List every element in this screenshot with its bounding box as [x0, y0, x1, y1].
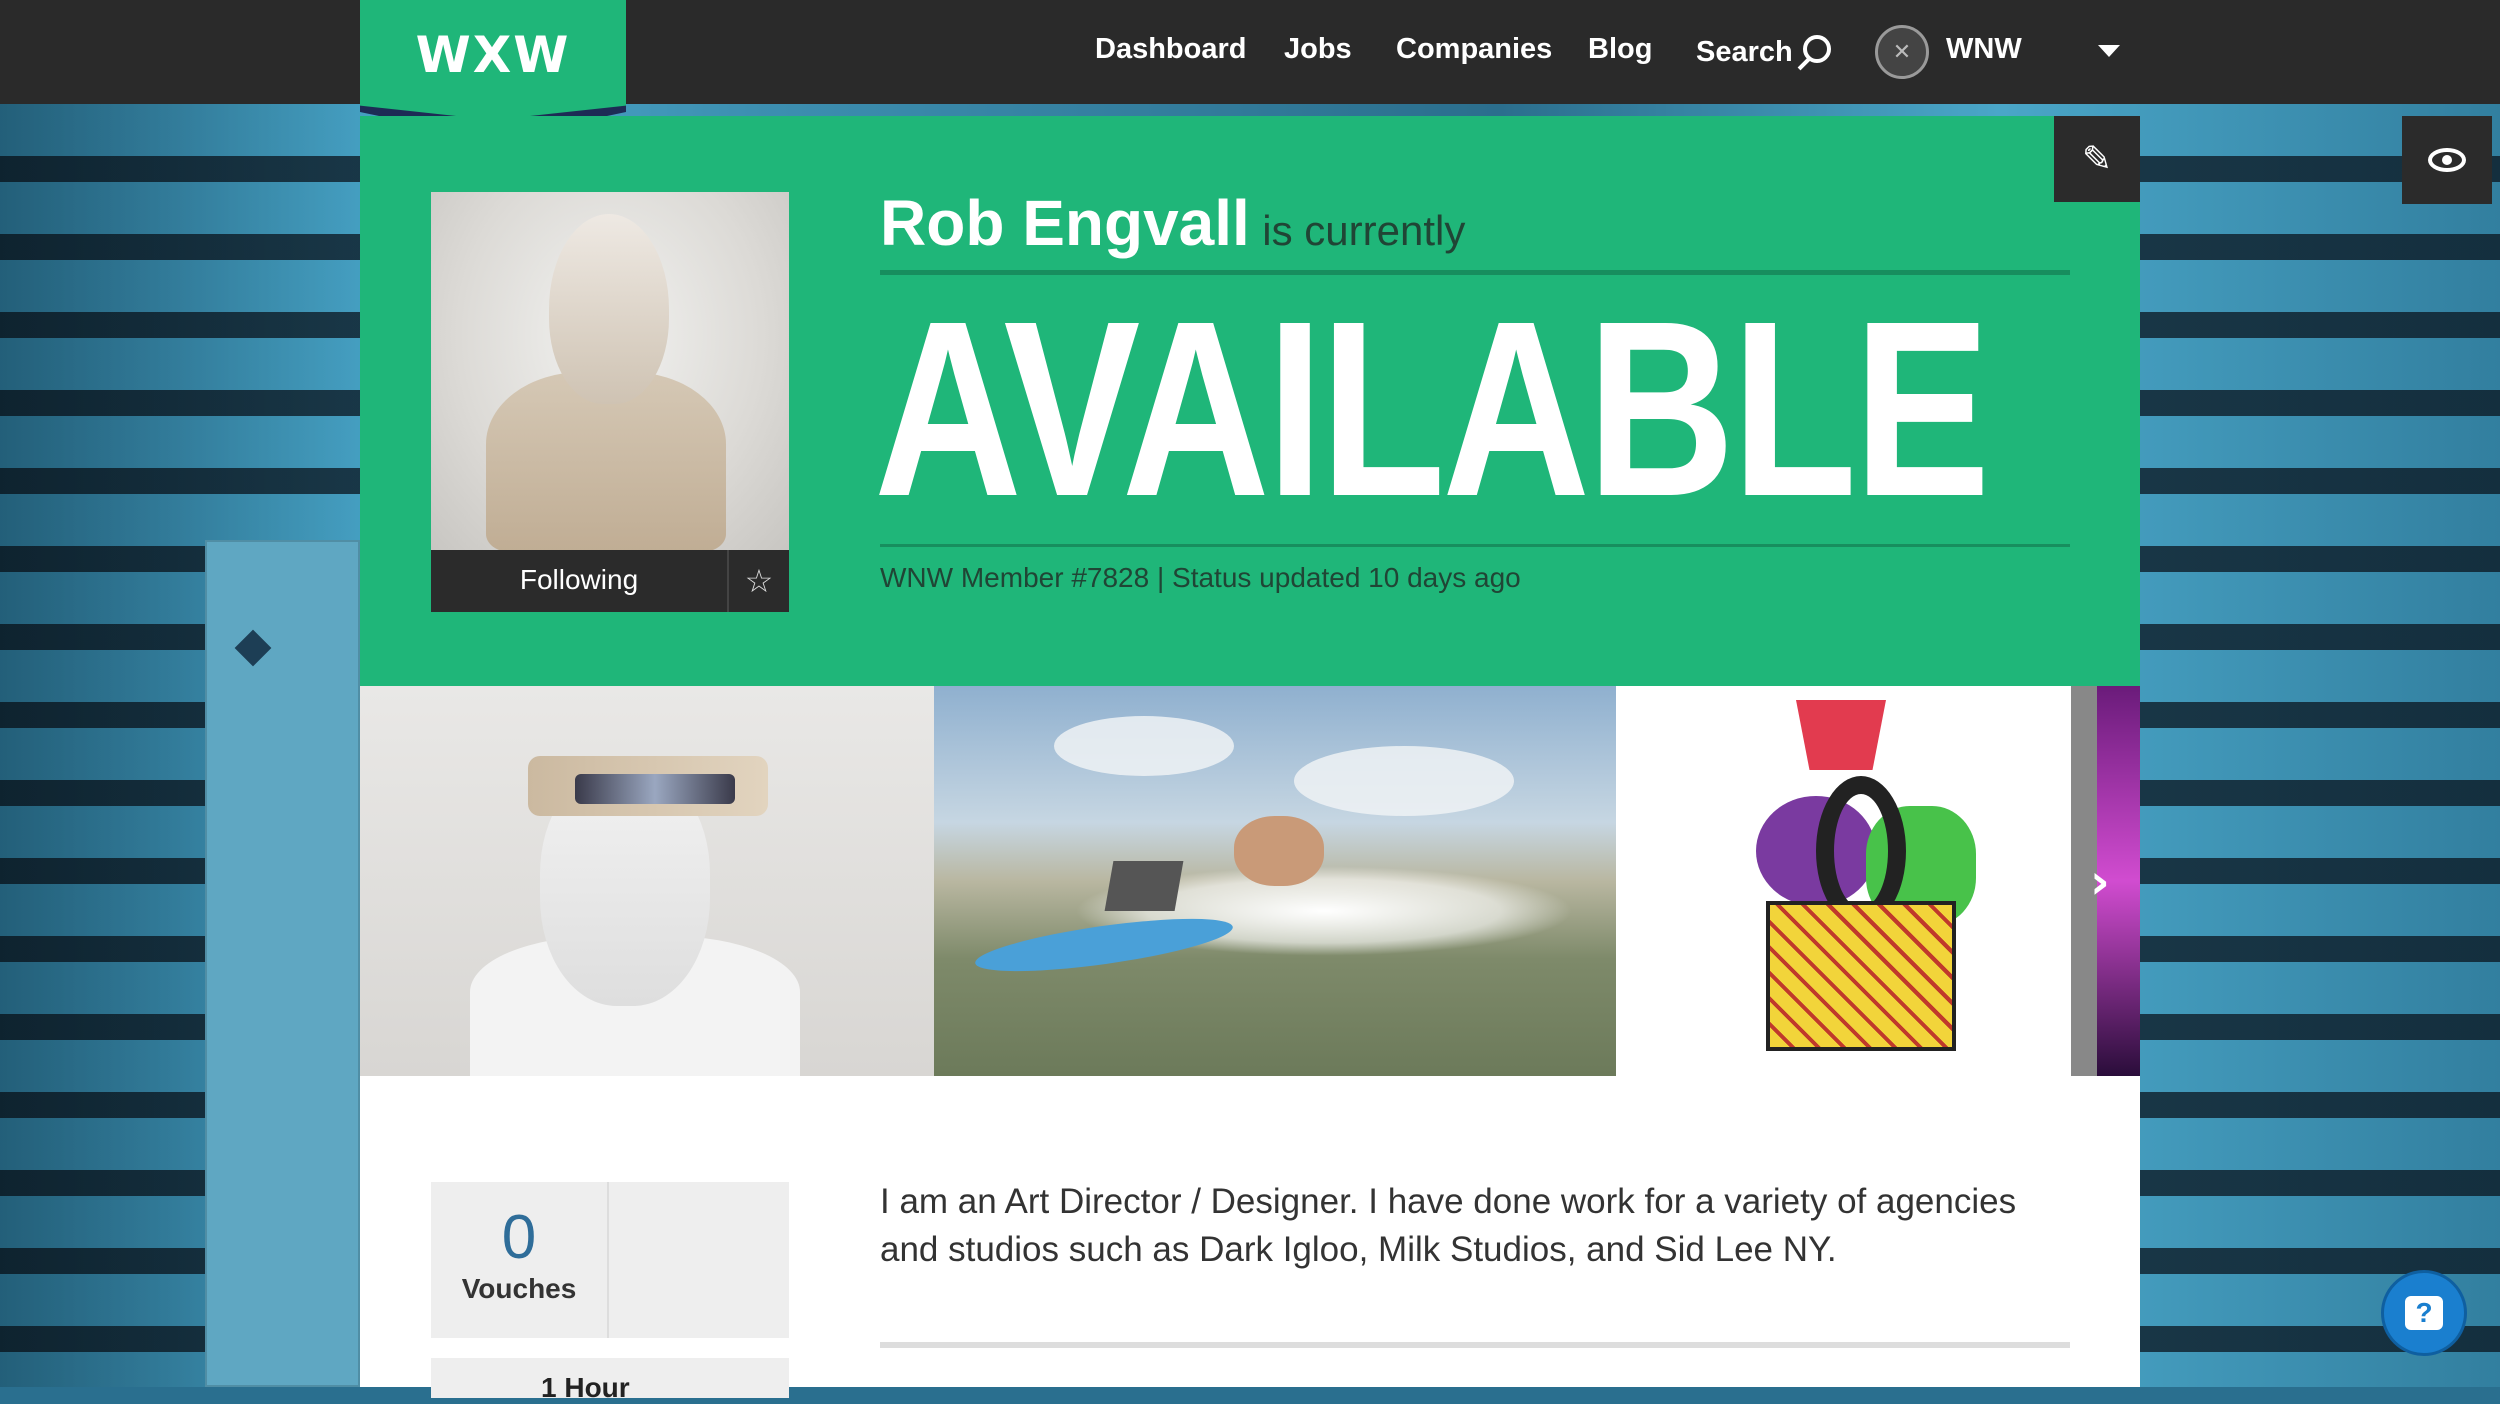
currently-label: is currently	[1262, 207, 1466, 254]
star-icon[interactable]: ☆	[727, 550, 789, 612]
gallery-item-illustration[interactable]	[1616, 686, 2071, 1076]
bio-divider	[880, 1342, 2070, 1348]
profile-heading: Rob Engvall is currently	[880, 186, 1465, 260]
member-info: WNW Member #7828 | Status updated 10 day…	[880, 562, 1521, 593]
secondary-stat-box: 1 Hour	[431, 1358, 789, 1403]
nav-user-name[interactable]: WNW	[1946, 33, 2022, 66]
vouches-label: Vouches	[461, 1273, 577, 1304]
crate-shape	[1766, 901, 1956, 1051]
vouches-box[interactable]: 0 Vouches	[431, 1182, 789, 1338]
eye-icon	[2428, 148, 2466, 172]
person-shape	[1234, 816, 1324, 886]
preview-eye-button[interactable]	[2402, 116, 2492, 204]
visor-lens-shape	[575, 774, 735, 804]
nav-jobs-link[interactable]: Jobs	[1284, 33, 1352, 66]
bust-head	[549, 214, 669, 404]
cloud-shape	[1054, 716, 1234, 776]
laptop-shape	[1104, 861, 1184, 911]
profile-name: Rob Engvall	[880, 187, 1250, 259]
bio-text: I am an Art Director / Designer. I have …	[880, 1182, 2017, 1269]
chevron-right-icon[interactable]: ›	[2090, 854, 2110, 910]
edit-button[interactable]: ✎	[2054, 116, 2140, 202]
logo-text: WXW	[415, 26, 571, 84]
search-icon	[1802, 35, 1831, 63]
nav-search-label: Search	[1696, 36, 1793, 68]
following-button[interactable]: Following	[431, 564, 727, 596]
nav-dashboard-link[interactable]: Dashboard	[1095, 33, 1246, 66]
pencil-icon: ✎	[2081, 138, 2113, 180]
nav-blog-link[interactable]: Blog	[1588, 33, 1652, 66]
follow-bar: Following ☆	[431, 550, 789, 612]
bucket-shape	[1796, 700, 1886, 770]
chevron-down-icon[interactable]	[2098, 45, 2120, 57]
profile-hero: ✎ Following ☆ Rob Engvall is currently A…	[360, 116, 2140, 686]
gallery-item-visor-bust[interactable]	[360, 686, 934, 1076]
profile-card: ✎ Following ☆ Rob Engvall is currently A…	[360, 116, 2140, 1403]
gallery-item-surfing-laptop[interactable]	[934, 686, 1616, 1076]
question-icon: ?	[2405, 1296, 2443, 1330]
background-cabinet-panel	[205, 540, 360, 1387]
profile-photo	[431, 192, 789, 550]
help-chat-button[interactable]: ?	[2381, 1270, 2467, 1356]
status-divider	[880, 544, 2070, 547]
logo-home-link[interactable]: WXW	[360, 0, 626, 120]
cloud-shape	[1294, 746, 1514, 816]
user-avatar[interactable]: ✕	[1875, 25, 1929, 79]
nav-search-link[interactable]: Search	[1696, 33, 1831, 69]
nav-companies-link[interactable]: Companies	[1396, 33, 1552, 66]
secondary-stat-label: 1 Hour	[541, 1372, 630, 1403]
vouches-count: 0	[501, 1203, 537, 1272]
vouches-count-box: 0 Vouches	[431, 1182, 609, 1338]
portfolio-gallery: ›	[360, 686, 2140, 1076]
availability-status: AVAILABLE	[874, 269, 1990, 548]
